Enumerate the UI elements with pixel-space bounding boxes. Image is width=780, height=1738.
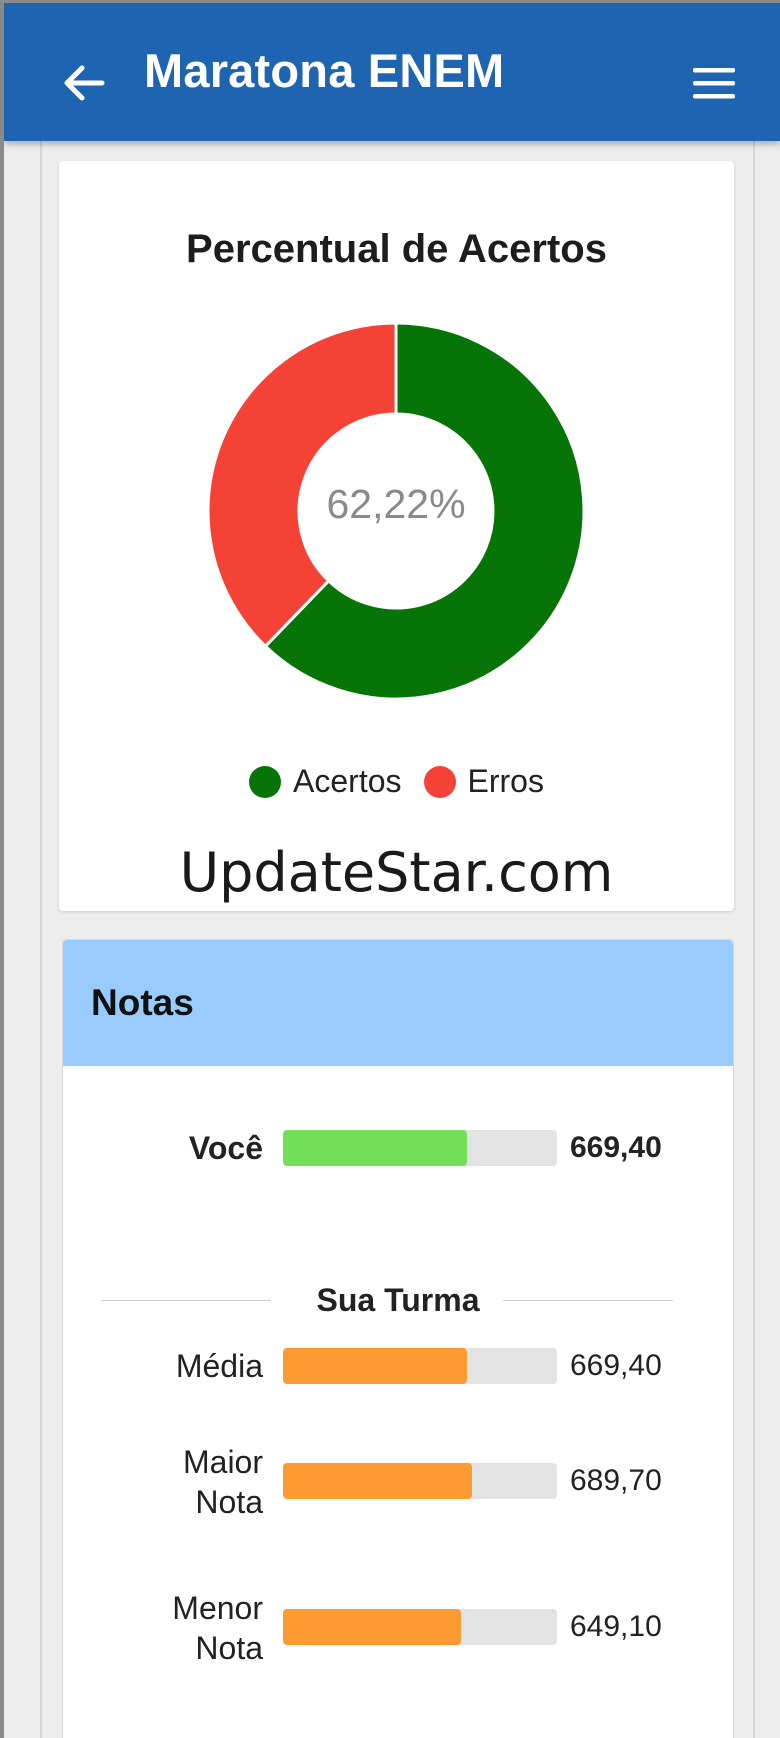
legend-dot-acertos-icon [249, 765, 282, 798]
grade-value-voce: 669,40 [570, 1131, 662, 1164]
grade-bar-fill-voce [283, 1130, 467, 1166]
arrow-left-icon [64, 65, 105, 101]
grade-value-menor-nota: 649,10 [570, 1610, 662, 1643]
main-content[interactable]: Percentual de Acertos 62,22% Acertos Err… [4, 141, 780, 1738]
chart-title: Percentual de Acertos [186, 227, 607, 271]
grades-title: Notas [91, 982, 194, 1023]
grade-bar-fill-maior-nota [283, 1463, 473, 1499]
legend-item-erros[interactable]: Erros [423, 763, 544, 800]
legend-dot-erros-icon [423, 765, 456, 798]
grade-bar-track-media [283, 1348, 557, 1384]
menu-button[interactable] [686, 61, 742, 105]
grade-bar-fill-media [283, 1348, 467, 1384]
accuracy-chart-card: Percentual de Acertos 62,22% Acertos Err… [59, 161, 734, 911]
app-title: Maratona ENEM [144, 44, 505, 97]
grade-bar-track-voce [283, 1130, 557, 1166]
legend-label-acertos: Acertos [293, 763, 402, 799]
app-frame: Maratona ENEM Percentual de Acertos 62,2… [0, 0, 780, 1738]
grade-value-maior-nota: 689,70 [570, 1464, 662, 1497]
watermark-text: UpdateStar.com [179, 841, 614, 904]
legend-label-erros: Erros [467, 763, 544, 799]
grade-bar-track-maior-nota [283, 1463, 557, 1499]
grade-label-menor-nota: Menor Nota [172, 1590, 263, 1666]
grade-bar-track-menor-nota [283, 1609, 557, 1645]
grade-label-voce: Você [188, 1130, 263, 1166]
grade-bar-fill-menor-nota [283, 1609, 462, 1645]
grades-card: Notas Você 669,40 Sua Turma Média 669,40 [62, 939, 734, 1738]
grade-value-media: 669,40 [570, 1349, 662, 1382]
grade-label-maior-nota: Maior Nota [182, 1444, 263, 1520]
back-button[interactable] [58, 57, 110, 109]
card-edge-left [40, 141, 42, 1738]
hamburger-menu-icon [693, 68, 735, 99]
card-edge-right [753, 141, 755, 1738]
grade-label-media: Média [175, 1348, 263, 1384]
chart-legend: Acertos Erros [59, 763, 734, 800]
chart-center-percentage: 62,22% [326, 481, 466, 527]
legend-item-acertos[interactable]: Acertos [249, 763, 402, 800]
grades-header: Notas [63, 940, 733, 1066]
app-bar: Maratona ENEM [4, 3, 780, 141]
divider-sua-turma: Sua Turma [316, 1282, 480, 1318]
